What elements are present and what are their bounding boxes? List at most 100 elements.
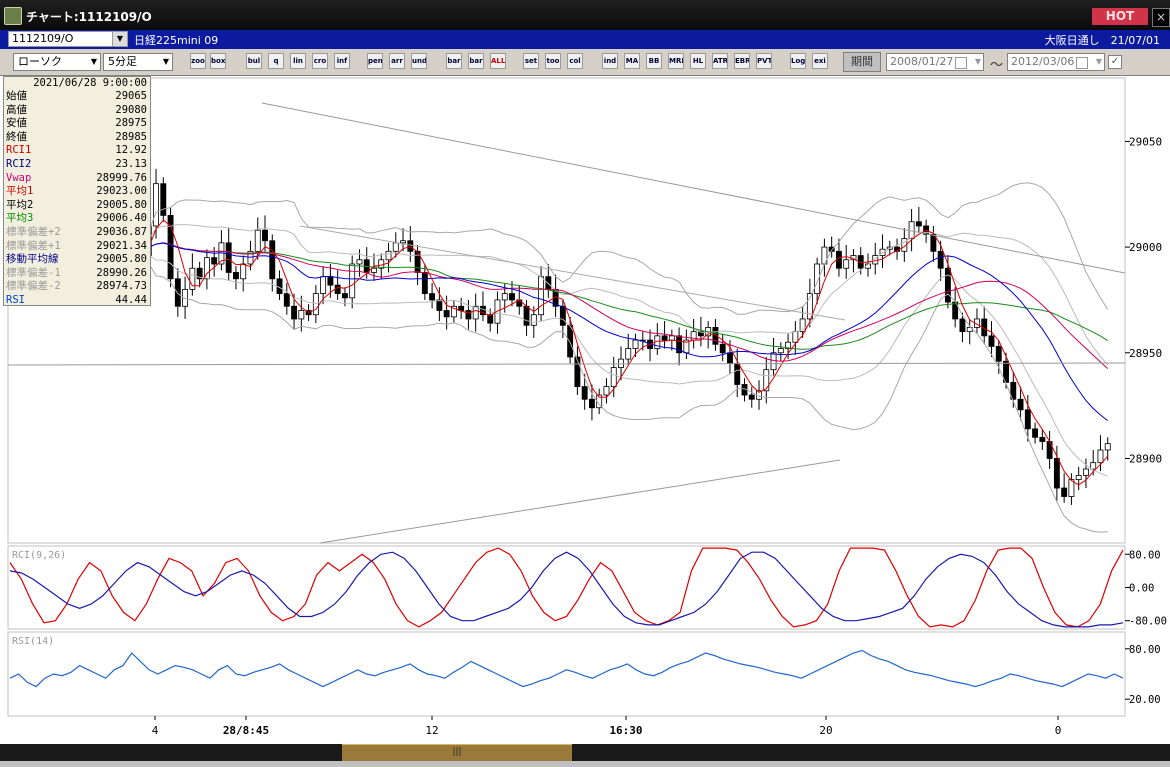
toolbar-button-color[interactable]: col (567, 53, 583, 69)
data-panel-label: 高値 (6, 103, 27, 116)
chevron-down-icon[interactable]: ▼ (112, 32, 127, 46)
candle-body (937, 250, 944, 269)
y-axis-tick-label: 29050 (1129, 135, 1162, 148)
interval-value: 5分足 (108, 55, 137, 68)
toolbar-button-undo[interactable]: und (411, 53, 427, 69)
status-bar (0, 761, 1170, 767)
toolbar-button-ebra[interactable]: EBR (734, 53, 750, 69)
candle-body (588, 398, 595, 409)
candle-body (327, 276, 334, 286)
candle-body (915, 221, 922, 227)
candle-body (356, 259, 363, 265)
toolbar-button-bar2[interactable]: bar (468, 53, 484, 69)
candle-body (400, 240, 406, 244)
toolbar-button-zoom[interactable]: zoo (190, 53, 206, 69)
data-panel-value: 29005.80 (96, 198, 147, 211)
scrollbar-thumb[interactable]: ||| (342, 744, 572, 761)
toolbar-button-all[interactable]: ALL (490, 53, 506, 69)
candle-body (538, 276, 545, 316)
toolbar-button-bar1[interactable]: bar (446, 53, 462, 69)
candle-body (988, 335, 995, 347)
candle-body (748, 394, 755, 400)
chevron-down-icon: ▼ (974, 57, 981, 66)
candle-body (1024, 409, 1031, 430)
candle-body (618, 358, 624, 368)
chart-type-select[interactable]: ローソク ▼ (13, 53, 101, 71)
toolbar-button-q[interactable]: q (268, 53, 284, 69)
chart-svg[interactable]: 29050 29000 28950 28900 RCI(9,26) 80.00 0.00 -8… (0, 76, 1170, 744)
data-panel-row: 安値 28975 (4, 117, 150, 131)
app-icon (4, 7, 22, 25)
candle-body (1097, 449, 1104, 464)
data-panel-label: 平均3 (6, 212, 34, 225)
candle-body (240, 263, 247, 280)
toolbar-button-arrow[interactable]: arr (389, 53, 405, 69)
date-to-value: 2012/03/06 (1011, 55, 1075, 68)
candle-body (320, 276, 327, 294)
chart-toolbar: ローソク ▼ 5分足 ▼ zoo box bul q lin cro inf pen arr un… (0, 49, 1170, 76)
period-checkbox[interactable]: ✓ (1108, 55, 1122, 69)
toolbar-button-ind1[interactable]: ind (602, 53, 618, 69)
toolbar-button-log[interactable]: Log (790, 53, 806, 69)
toolbar-button-hl[interactable]: HL (690, 53, 706, 69)
toolbar-button-bull[interactable]: bul (246, 53, 262, 69)
session-label: 大阪日通し 21/07/01 (1044, 34, 1160, 47)
sub-y-axis-tick-label: 80.00 (1129, 644, 1161, 656)
data-panel-row: 標準偏差-2 28974.73 (4, 280, 150, 294)
toolbar-button-settings[interactable]: set (523, 53, 539, 69)
date-range-separator: 〜 (990, 58, 1004, 73)
date-from-field[interactable]: 2008/01/27 ▼ (886, 53, 984, 71)
candle-body (334, 284, 341, 294)
period-button[interactable]: 期間 (843, 52, 881, 72)
chevron-down-icon: ▼ (162, 57, 170, 66)
data-panel-value: 29006.40 (96, 212, 147, 225)
symbol-infobar: 1112109/O ▼ 日経225mini 09 大阪日通し 21/07/01 (0, 30, 1170, 49)
time-scrollbar[interactable]: ||| (0, 744, 1170, 761)
toolbar-button-mre[interactable]: MRE (668, 53, 684, 69)
data-panel-row: 始値 29065 (4, 90, 150, 104)
toolbar-button-cross[interactable]: cro (312, 53, 328, 69)
candle-body (719, 343, 726, 354)
data-panel-row: RCI1 12.92 (4, 144, 150, 158)
x-axis-tick-label: 0 (1055, 724, 1062, 737)
candle-body (1090, 462, 1097, 470)
window-titlebar: チャート:1112109/O HOT × (0, 0, 1170, 30)
interval-select[interactable]: 5分足 ▼ (103, 53, 173, 71)
toolbar-button-info[interactable]: inf (334, 53, 350, 69)
candle-body (349, 263, 356, 299)
data-panel-label: 終値 (6, 130, 27, 143)
data-panel-value: 28990.26 (96, 266, 147, 279)
hot-button[interactable]: HOT (1092, 8, 1148, 25)
data-panel-value: 29080 (115, 103, 147, 116)
candle-body (603, 386, 610, 396)
toolbar-button-atr[interactable]: ATR (712, 53, 728, 69)
candle-body (959, 318, 966, 333)
date-to-field[interactable]: 2012/03/06 ▼ (1007, 53, 1105, 71)
data-panel-label: 標準偏差-1 (6, 266, 61, 279)
sub-y-axis-tick-label: 0.00 (1129, 583, 1154, 595)
data-panel-label: 標準偏差-2 (6, 280, 61, 293)
toolbar-button-pvt[interactable]: PVT (756, 53, 772, 69)
candle-body (269, 240, 276, 280)
close-button[interactable]: × (1152, 8, 1170, 27)
data-panel-value: 28999.76 (96, 171, 147, 184)
chart-area[interactable]: 29050 29000 28950 28900 RCI(9,26) 80.00 0.00 -8… (0, 76, 1170, 744)
toolbar-button-ma[interactable]: MA (624, 53, 640, 69)
candle-body (530, 314, 537, 326)
toolbar-button-exit[interactable]: exi (812, 53, 828, 69)
candle-body (436, 299, 443, 311)
data-panel-row: 平均1 29023.00 (4, 185, 150, 199)
candle-body (443, 310, 450, 318)
data-panel-label: RSI (6, 293, 25, 306)
window-title: チャート:1112109/O (26, 10, 152, 24)
symbol-code-select[interactable]: 1112109/O ▼ (8, 31, 128, 47)
toolbar-button-bb[interactable]: BB (646, 53, 662, 69)
toolbar-button-tool[interactable]: too (545, 53, 561, 69)
data-panel-row: 終値 28985 (4, 131, 150, 145)
data-panel-row: 平均2 29005.80 (4, 199, 150, 213)
x-axis-tick-label: 4 (152, 724, 159, 737)
toolbar-button-pen[interactable]: pen (367, 53, 383, 69)
data-panel-label: 標準偏差+1 (6, 239, 61, 252)
toolbar-button-box[interactable]: box (210, 53, 226, 69)
toolbar-button-line[interactable]: lin (290, 53, 306, 69)
